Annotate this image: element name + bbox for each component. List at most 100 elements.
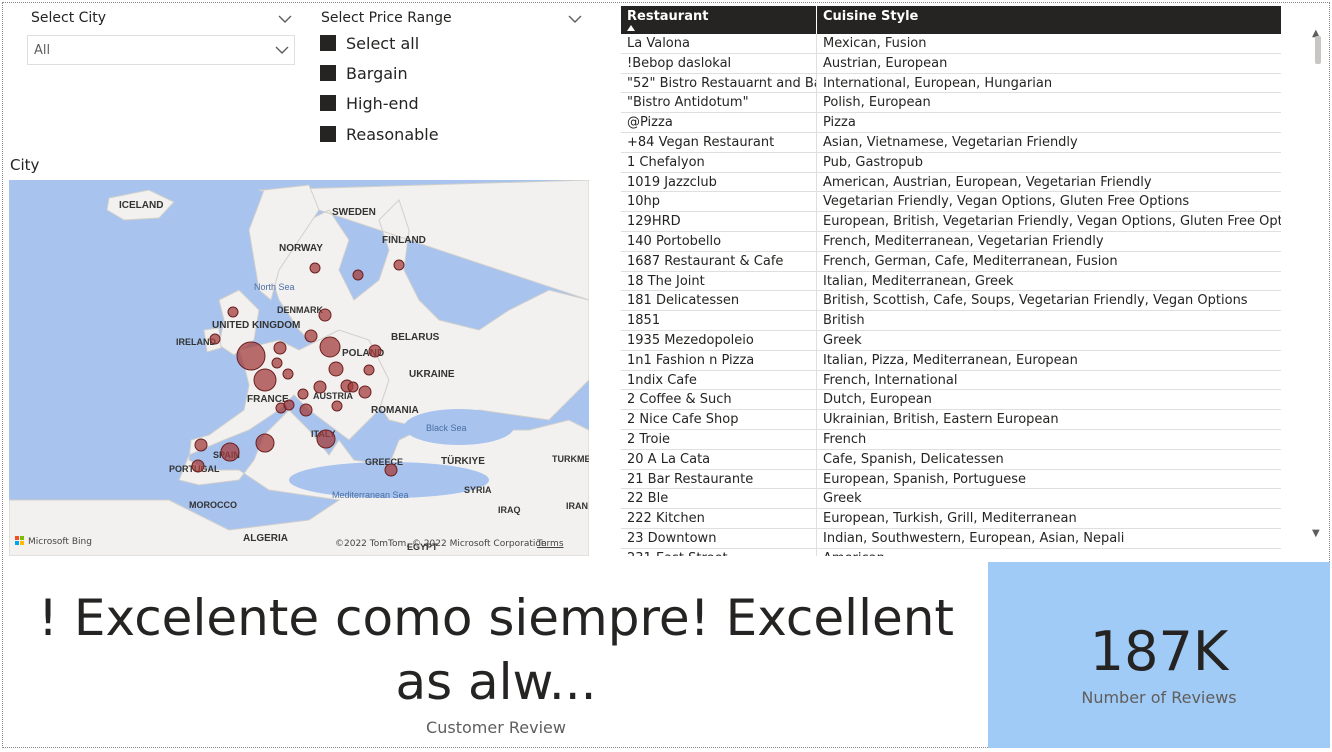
sort-ascending-icon [627,25,635,31]
table-row[interactable]: 1687 Restaurant & Cafe French, German, Ca… [621,251,1281,272]
city-dropdown[interactable]: All [27,35,295,65]
cell-cuisine-style: Polish, European [823,95,931,111]
city-bubble [273,341,287,355]
table-row[interactable]: 181 Delicatessen British, Scottish, Cafe,… [621,291,1281,312]
label-iceland: ICELAND [119,200,163,211]
price-option-select-all[interactable]: Select all [320,32,419,54]
checkbox[interactable] [320,35,336,51]
cell-restaurant: 231 East Street [621,548,817,556]
checkbox[interactable] [320,126,336,142]
map-terms-link[interactable]: Terms [537,539,564,549]
price-option-high-end[interactable]: High-end [320,92,419,114]
cell-restaurant: 1935 Mezedopoleio [621,330,817,350]
city-bubble [319,336,341,358]
cell-cuisine-style: Ukrainian, British, Eastern European [823,412,1059,428]
cell-cuisine-style: American [817,549,1281,556]
table-row[interactable]: 129HRD European, British, Vegetarian Frie… [621,212,1281,232]
table-row[interactable]: 23 Downtown Indian, Southwestern, Europea… [621,528,1281,549]
city-bubble [220,442,240,462]
table-row[interactable]: 1n1 Fashion n Pizza Italian, Pizza, Medit… [621,350,1281,371]
table-body: La Valona Mexican, Fusion !Bebop daslokal A… [621,34,1281,556]
label-greece: GREECE [365,457,403,467]
table-header: Restaurant Cuisine Style [621,6,1281,34]
city-bubble [347,381,359,393]
table-row[interactable]: 1 Chefalyon Pub, Gastropub [621,152,1281,173]
column-header-cuisine-style[interactable]: Cuisine Style [817,6,1281,34]
table-row[interactable]: 231 East StreetAmerican [621,548,1281,556]
table-row[interactable]: !Bebop daslokal Austrian, European [621,53,1281,74]
table-row[interactable]: 22 Ble Greek [621,489,1281,510]
scrollbar-thumb[interactable] [1315,36,1321,64]
cell-restaurant: 181 Delicatessen [621,291,817,311]
label-black-sea: Black Sea [426,423,467,433]
table-row[interactable]: 1ndix Cafe French, International [621,370,1281,391]
option-label: Select all [346,33,420,53]
label-mediterranean: Mediterranean Sea [332,490,409,500]
table-row[interactable]: 1019 Jazzclub American, Austrian, Europea… [621,172,1281,193]
label-turkmen: TURKME [552,454,589,464]
label-syria: SYRIA [464,485,492,495]
cell-restaurant: 2 Nice Cafe Shop [621,410,817,429]
city-bubble [282,368,294,380]
price-option-bargain[interactable]: Bargain [320,62,408,84]
customer-review-card: ! Excelente como siempre! Excellent as a… [20,586,972,737]
cell-restaurant: 129HRD [621,212,817,231]
city-bubble [283,399,295,411]
review-label: Customer Review [426,718,566,737]
table-row[interactable]: 2 Nice Cafe Shop Ukrainian, British, East… [621,410,1281,430]
table-row[interactable]: 1851 British [621,311,1281,331]
table-row[interactable]: 1935 Mezedopoleio Greek [621,330,1281,351]
label-iraq: IRAQ [498,505,521,515]
column-header-restaurant[interactable]: Restaurant [621,6,817,34]
city-bubble [363,364,375,376]
scroll-down-icon[interactable]: ▼ [1312,528,1320,539]
city-bubble [255,433,275,453]
review-text: ! Excelente como siempre! Excellent as a… [37,589,955,711]
table-row[interactable]: 2 Coffee & Such Dutch, European [621,390,1281,411]
table-row[interactable]: "Bistro Antidotum" Polish, European [621,93,1281,114]
table-row[interactable]: @Pizza Pizza [621,113,1281,133]
table-row[interactable]: +84 Vegan Restaurant Asian, Vietnamese, V… [621,132,1281,153]
chevron-down-icon[interactable] [567,11,583,27]
option-label: High-end [346,93,419,113]
table-row[interactable]: 140 Portobello French, Mediterranean, Veg… [621,231,1281,252]
table-row[interactable]: 10hp Vegetarian Friendly, Vegan Options, … [621,192,1281,213]
option-label: Bargain [346,63,408,83]
cell-restaurant: 23 Downtown [621,528,817,548]
label-sweden: SWEDEN [332,207,376,218]
city-map[interactable]: ICELAND SWEDEN NORWAY FINLAND DENMARK UN… [9,180,589,556]
kpi-value: 187K [1089,620,1229,683]
city-bubble [316,429,336,449]
cell-cuisine-style: European, British, Vegetarian Friendly, … [823,214,1281,230]
kpi-label: Number of Reviews [1081,688,1237,707]
cell-cuisine-style: French [823,431,867,447]
map-canvas: ICELAND SWEDEN NORWAY FINLAND DENMARK UN… [9,180,589,556]
cell-cuisine-style: French, German, Cafe, Mediterranean, Fus… [823,253,1118,269]
restaurant-table: Restaurant Cuisine Style La Valona Mexica… [621,6,1329,556]
label-north-sea: North Sea [254,282,295,292]
city-bubble [393,259,405,271]
table-row[interactable]: La Valona Mexican, Fusion [621,34,1281,54]
cell-restaurant: 2 Coffee & Such [621,390,817,410]
chevron-down-icon[interactable] [277,11,293,27]
city-bubble [328,361,344,377]
table-row[interactable]: 20 A La Cata Cafe, Spanish, Delicatessen [621,449,1281,470]
cell-restaurant: 10hp [621,192,817,212]
table-row[interactable]: 18 The Joint Italian, Mediterranean, Gree… [621,271,1281,292]
city-bubble [331,400,343,412]
table-row[interactable]: 222 Kitchen European, Turkish, Grill, Med… [621,509,1281,529]
cell-restaurant: !Bebop daslokal [621,53,817,73]
checkbox[interactable] [320,95,336,111]
table-row[interactable]: "52" Bistro Restauarnt and Bar Internatio… [621,73,1281,94]
price-option-reasonable[interactable]: Reasonable [320,123,439,145]
checkbox[interactable] [320,65,336,81]
cell-cuisine-style: Austrian, European [823,55,948,71]
city-bubble [299,403,313,417]
table-scrollbar[interactable]: ▲ ▼ [1311,28,1323,548]
cell-cuisine-style: Pub, Gastropub [823,154,924,170]
city-slicer-title: Select City [31,10,107,26]
table-row[interactable]: 21 Bar Restaurante European, Spanish, Por… [621,469,1281,490]
cell-restaurant: 22 Ble [621,489,817,509]
table-row[interactable]: 2 Troie French [621,429,1281,450]
cell-cuisine-style: Indian, Southwestern, European, Asian, N… [823,530,1125,546]
